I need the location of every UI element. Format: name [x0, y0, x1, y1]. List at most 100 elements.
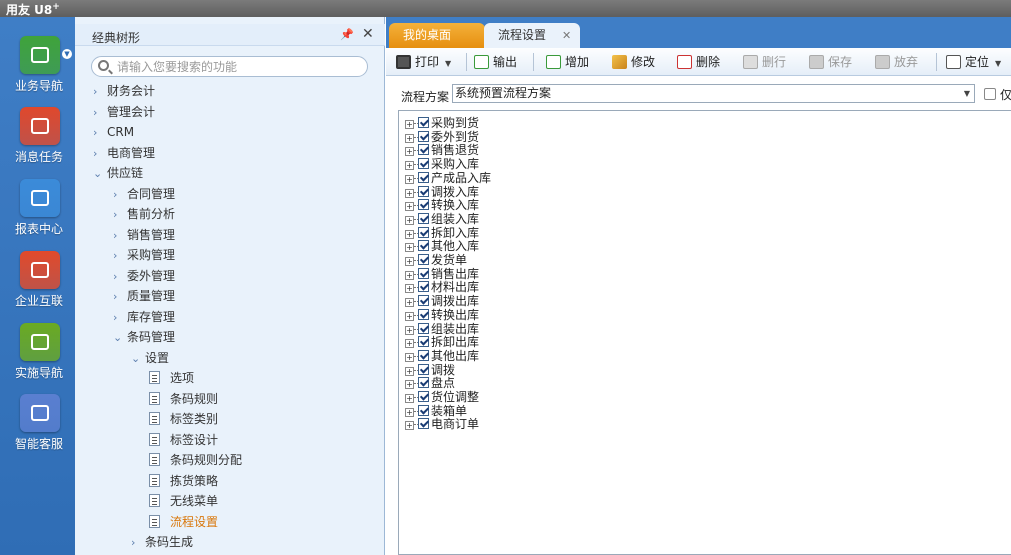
flow-row[interactable]: + 发货单	[405, 254, 467, 267]
flow-row[interactable]: + 销售退货	[405, 144, 479, 157]
flow-checkbox[interactable]	[418, 130, 429, 142]
tree-folder-item[interactable]: › 售前分析	[113, 204, 175, 224]
expand-icon[interactable]: +	[405, 284, 414, 294]
abandon-button[interactable]: 放弃	[875, 53, 918, 71]
flow-checkbox[interactable]	[418, 377, 429, 389]
chevron-right-icon[interactable]: ›	[113, 246, 127, 266]
expand-icon[interactable]: +	[405, 366, 414, 376]
tree-leaf-item[interactable]: 无线菜单	[149, 491, 218, 511]
pin-icon[interactable]: 📌	[340, 28, 354, 41]
flow-row[interactable]: + 采购到货	[405, 117, 479, 130]
expand-icon[interactable]: +	[405, 257, 414, 266]
expand-icon[interactable]: +	[405, 147, 414, 157]
search-box[interactable]	[91, 56, 368, 77]
dock-item[interactable]: 智能客服	[0, 394, 75, 464]
expand-icon[interactable]: +	[405, 188, 414, 198]
flow-checkbox[interactable]	[418, 295, 429, 307]
dock-item[interactable]: 消息任务	[0, 107, 75, 177]
flow-row[interactable]: + 调拨入库	[405, 185, 479, 199]
tree-leaf-item[interactable]: 选项	[149, 368, 194, 388]
scheme-select[interactable]: 系统预置流程方案 ▼	[452, 84, 975, 103]
expand-icon[interactable]: +	[405, 243, 414, 253]
flow-checkbox[interactable]	[418, 349, 429, 361]
expand-icon[interactable]: +	[405, 380, 414, 390]
expand-icon[interactable]: +	[405, 120, 414, 129]
expand-icon[interactable]: +	[405, 339, 414, 349]
flow-checkbox[interactable]	[418, 212, 429, 224]
tree-leaf-item[interactable]: 条码规则分配	[149, 450, 242, 470]
expand-icon[interactable]: +	[405, 202, 414, 212]
expand-icon[interactable]: +	[405, 174, 414, 184]
edit-button[interactable]: 修改	[612, 53, 655, 71]
chevron-right-icon[interactable]: ›	[113, 185, 127, 205]
add-button[interactable]: 增加	[546, 53, 589, 71]
flow-checkbox[interactable]	[418, 281, 429, 293]
flow-checkbox[interactable]	[418, 254, 429, 265]
locate-button[interactable]: 定位 ▼	[946, 53, 1001, 71]
flow-row[interactable]: + 委外到货	[405, 130, 479, 144]
dock-item[interactable]: 报表中心	[0, 179, 75, 249]
flow-checkbox[interactable]	[418, 171, 429, 183]
flow-row[interactable]: + 电商订单	[405, 418, 479, 431]
tree-folder-item[interactable]: › 条码生成	[131, 532, 193, 552]
delete-row-button[interactable]: 删行	[743, 53, 786, 71]
dock-item[interactable]: 企业互联	[0, 251, 75, 321]
close-icon[interactable]: ✕	[362, 26, 374, 42]
expand-icon[interactable]: +	[405, 311, 414, 321]
chevron-down-icon[interactable]: ⌄	[113, 328, 127, 348]
flow-row[interactable]: + 拆卸出库	[405, 336, 479, 349]
chevron-right-icon[interactable]: ›	[93, 144, 107, 164]
expand-icon[interactable]: +	[405, 394, 414, 403]
flow-checkbox[interactable]	[418, 144, 429, 156]
tree-folder-item[interactable]: › 合同管理	[113, 184, 175, 204]
flow-row[interactable]: + 盘点	[405, 377, 455, 390]
chevron-down-icon[interactable]: ⌄	[93, 164, 107, 184]
search-input[interactable]	[117, 58, 357, 75]
tree-leaf-item[interactable]: 拣货策略	[149, 471, 218, 491]
dock-item[interactable]: 业务导航 ▼	[0, 36, 75, 106]
tree-folder-item[interactable]: ⌄ 条码管理	[113, 327, 175, 347]
expand-icon[interactable]: +	[405, 421, 414, 431]
flow-row[interactable]: + 销售出库	[405, 267, 479, 281]
flow-row[interactable]: + 装箱单	[405, 404, 467, 418]
chevron-down-icon[interactable]: ▼	[62, 49, 72, 59]
tree-folder-item[interactable]: › 采购管理	[113, 245, 175, 265]
chevron-right-icon[interactable]: ›	[131, 533, 145, 553]
tree-folder-item[interactable]: › 销售管理	[113, 225, 175, 245]
flow-row[interactable]: + 组装入库	[405, 212, 479, 226]
flow-checkbox[interactable]	[418, 391, 429, 402]
tree-leaf-item[interactable]: 条码规则	[149, 389, 218, 409]
chevron-right-icon[interactable]: ›	[93, 123, 107, 143]
flow-checkbox[interactable]	[418, 336, 429, 348]
flow-row[interactable]: + 组装出库	[405, 322, 479, 336]
tree-folder-item[interactable]: › 电商管理	[93, 143, 155, 163]
flow-row[interactable]: + 调拨	[405, 363, 455, 377]
expand-icon[interactable]: +	[405, 352, 414, 362]
flow-checkbox[interactable]	[418, 240, 429, 252]
tab-flow-settings[interactable]: 流程设置 ✕	[484, 23, 580, 48]
chevron-right-icon[interactable]: ›	[113, 308, 127, 328]
flow-row[interactable]: + 调拨出库	[405, 295, 479, 308]
flow-checkbox[interactable]	[418, 322, 429, 334]
delete-button[interactable]: 删除	[677, 53, 720, 71]
expand-icon[interactable]: +	[405, 270, 414, 280]
tree-folder-item[interactable]: › 管理会计	[93, 102, 155, 122]
chevron-right-icon[interactable]: ›	[113, 205, 127, 225]
chevron-down-icon[interactable]: ⌄	[131, 349, 145, 369]
tree-leaf-item[interactable]: 流程设置	[149, 512, 218, 532]
flow-row[interactable]: + 拆卸入库	[405, 226, 479, 240]
expand-icon[interactable]: +	[405, 407, 414, 417]
tree-leaf-item[interactable]: 标签设计	[149, 430, 218, 450]
tree-folder-item[interactable]: › 库存管理	[113, 307, 175, 327]
flow-checkbox[interactable]	[418, 267, 429, 279]
flow-row[interactable]: + 转换入库	[405, 199, 479, 212]
save-button[interactable]: 保存	[809, 53, 852, 71]
chevron-right-icon[interactable]: ›	[93, 82, 107, 102]
tree-folder-item[interactable]: › 委外管理	[113, 266, 175, 286]
chevron-down-icon[interactable]: ▼	[445, 59, 451, 68]
flow-row[interactable]: + 转换出库	[405, 308, 479, 322]
chevron-right-icon[interactable]: ›	[113, 226, 127, 246]
expand-icon[interactable]: +	[405, 161, 414, 171]
chevron-right-icon[interactable]: ›	[113, 267, 127, 287]
flow-checkbox[interactable]	[418, 158, 429, 170]
